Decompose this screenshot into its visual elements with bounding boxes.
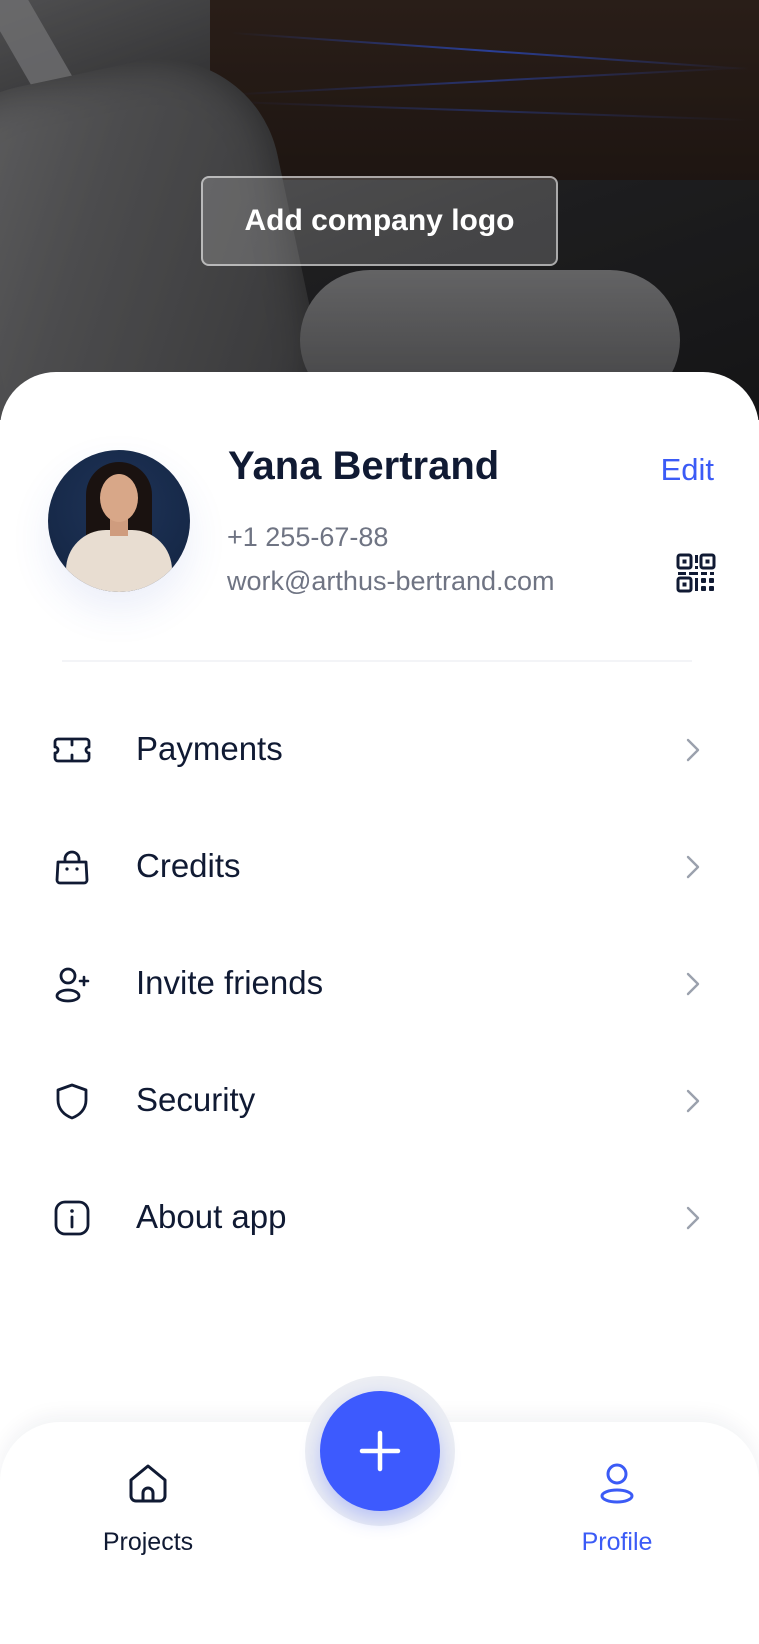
tab-profile[interactable]: Profile	[537, 1460, 697, 1570]
chevron-right-icon	[686, 972, 700, 996]
user-plus-icon	[55, 967, 90, 1003]
add-company-logo-button[interactable]: Add company logo	[201, 176, 558, 266]
tab-label: Profile	[581, 1528, 653, 1556]
shield-icon	[56, 1083, 88, 1120]
menu-item-payments[interactable]: Payments	[0, 700, 759, 800]
chevron-right-icon	[686, 1089, 700, 1113]
chevron-right-icon	[686, 855, 700, 879]
chevron-right-icon	[686, 1206, 700, 1230]
menu-item-label: Security	[136, 1081, 256, 1118]
info-icon	[54, 1200, 90, 1236]
menu-item-label: Invite friends	[136, 964, 324, 1001]
menu-item-invite-friends[interactable]: Invite friends	[0, 934, 759, 1034]
profile-divider	[62, 660, 692, 662]
menu-item-credits[interactable]: Credits	[0, 817, 759, 917]
menu-item-label: Credits	[136, 847, 241, 884]
avatar-face	[100, 474, 138, 522]
menu-item-about-app[interactable]: About app	[0, 1168, 759, 1268]
bag-icon	[55, 850, 89, 885]
plus-icon	[359, 1430, 401, 1472]
tab-label: Projects	[102, 1528, 194, 1556]
edit-profile-button[interactable]: Edit	[661, 452, 714, 488]
home-icon	[129, 1464, 167, 1503]
menu-item-security[interactable]: Security	[0, 1051, 759, 1151]
tab-projects[interactable]: Projects	[68, 1460, 228, 1570]
ticket-icon	[53, 737, 91, 763]
menu-item-label: About app	[136, 1198, 287, 1235]
qr-code-icon[interactable]	[676, 553, 716, 593]
chevron-right-icon	[686, 738, 700, 762]
profile-email: work@arthus-bertrand.com	[227, 566, 555, 596]
avatar[interactable]	[48, 450, 190, 592]
user-icon	[600, 1463, 634, 1504]
avatar-body	[66, 530, 172, 592]
profile-phone: +1 255-67-88	[227, 522, 389, 552]
menu-item-label: Payments	[136, 730, 283, 767]
profile-name: Yana Bertrand	[228, 444, 500, 488]
add-button[interactable]	[320, 1391, 440, 1511]
